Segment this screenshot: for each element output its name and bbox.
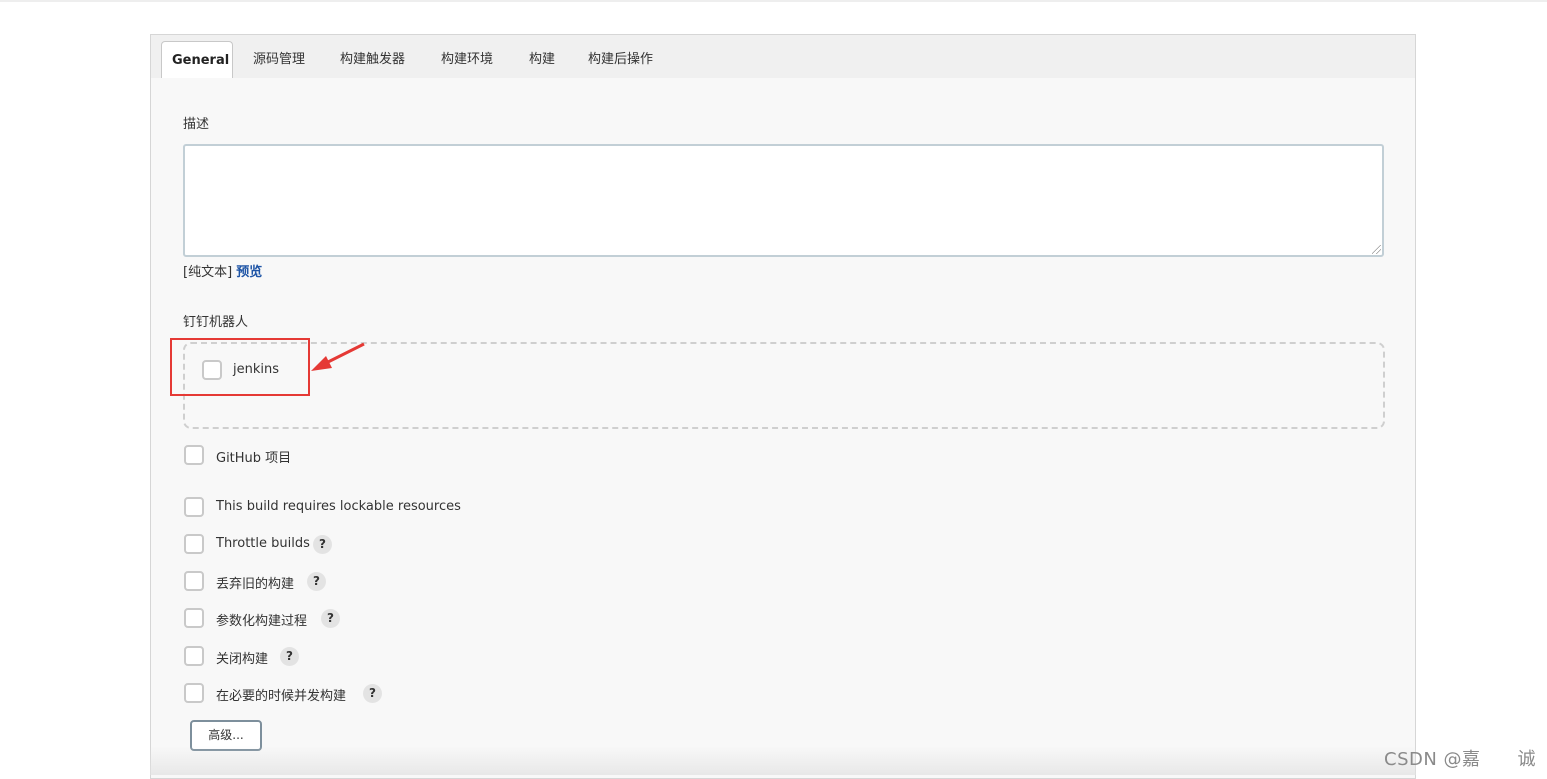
throttle-builds-label: Throttle builds xyxy=(216,536,310,551)
watermark: CSDN @嘉 诚 xyxy=(1384,749,1537,770)
github-project-label: GitHub 项目 xyxy=(216,451,292,466)
parameterized-build-help-icon[interactable]: ? xyxy=(321,609,340,628)
resize-handle-icon[interactable] xyxy=(1372,245,1381,254)
discard-old-builds-label: 丢弃旧的构建 xyxy=(216,577,295,592)
tab-post-build[interactable]: 构建后操作 xyxy=(588,41,653,78)
format-line: [纯文本] 预览 xyxy=(183,261,262,280)
tab-build-triggers[interactable]: 构建触发器 xyxy=(340,41,405,78)
github-project-checkbox[interactable] xyxy=(184,445,204,465)
lockable-resources-checkbox[interactable] xyxy=(184,497,204,517)
bottom-shadow xyxy=(150,746,1416,775)
tab-source-control[interactable]: 源码管理 xyxy=(253,41,305,78)
disable-build-checkbox[interactable] xyxy=(184,646,204,666)
concurrent-builds-label: 在必要的时候并发构建 xyxy=(216,689,347,704)
throttle-builds-help-icon[interactable]: ? xyxy=(313,535,332,554)
lockable-resources-label: This build requires lockable resources xyxy=(216,499,461,514)
dingtalk-label: 钉钉机器人 xyxy=(183,315,249,330)
tab-build-environment[interactable]: 构建环境 xyxy=(441,41,493,78)
format-note: [纯文本] xyxy=(183,265,233,280)
description-label: 描述 xyxy=(183,117,210,132)
parameterized-build-checkbox[interactable] xyxy=(184,608,204,628)
description-textarea[interactable] xyxy=(183,144,1384,257)
discard-old-builds-help-icon[interactable]: ? xyxy=(307,572,326,591)
disable-build-help-icon[interactable]: ? xyxy=(280,647,299,666)
tab-general[interactable]: General xyxy=(161,41,233,78)
annotation-highlight-box xyxy=(170,338,310,396)
top-divider xyxy=(0,0,1547,2)
concurrent-builds-checkbox[interactable] xyxy=(184,683,204,703)
throttle-builds-checkbox[interactable] xyxy=(184,534,204,554)
tab-build[interactable]: 构建 xyxy=(529,41,555,78)
annotation-arrow-icon xyxy=(311,342,365,371)
tab-bar: General 源码管理 构建触发器 构建环境 构建 构建后操作 xyxy=(151,35,1415,78)
disable-build-label: 关闭构建 xyxy=(216,652,269,667)
concurrent-builds-help-icon[interactable]: ? xyxy=(363,684,382,703)
config-panel: General 源码管理 构建触发器 构建环境 构建 构建后操作 描述 [纯文本… xyxy=(150,34,1416,779)
parameterized-build-label: 参数化构建过程 xyxy=(216,614,308,629)
discard-old-builds-checkbox[interactable] xyxy=(184,571,204,591)
preview-link[interactable]: 预览 xyxy=(236,265,262,280)
